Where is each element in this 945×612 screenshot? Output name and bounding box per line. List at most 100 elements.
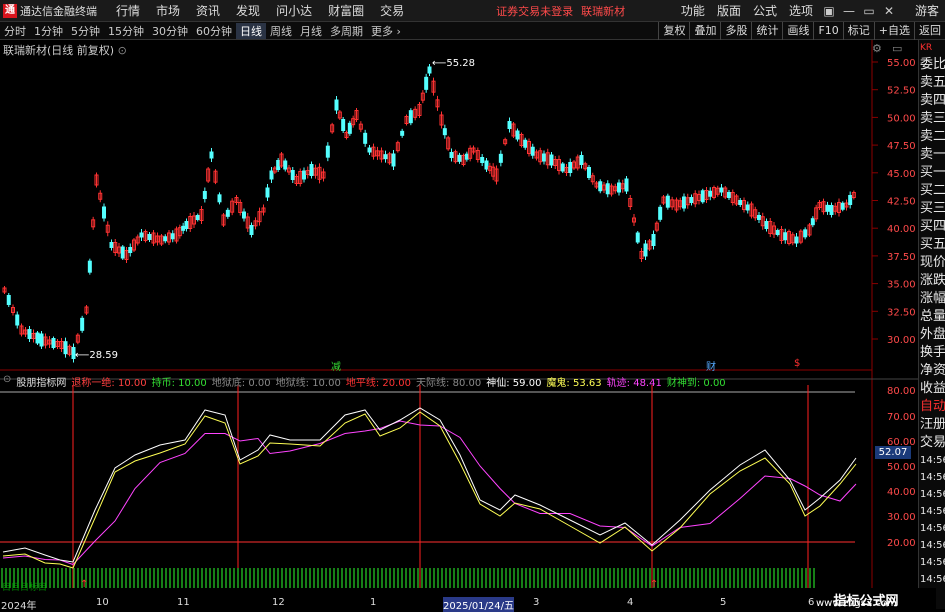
- candle-body: [457, 154, 462, 162]
- logo-icon: 通: [3, 3, 17, 18]
- low-price-value: 28.59: [89, 350, 118, 361]
- period-more[interactable]: 更多 ›: [367, 23, 405, 39]
- login-notice[interactable]: 证券交易未登录: [496, 3, 573, 19]
- indicator-item-label: 地狱线:: [275, 378, 309, 389]
- indicator-item-value: 59.00: [512, 378, 542, 389]
- f10-button[interactable]: F10: [813, 22, 842, 40]
- candle-body: [225, 209, 230, 217]
- menu-discover[interactable]: 发现: [228, 0, 268, 22]
- upper-gridlines: [0, 40, 873, 609]
- app-title: 通达信金融终端: [20, 4, 97, 18]
- candle-body: [249, 225, 254, 235]
- menu-options[interactable]: 选项: [783, 0, 819, 22]
- candle-body: [408, 110, 413, 124]
- indicator-item: 持币: 10.00: [152, 374, 207, 389]
- period-1min[interactable]: 1分钟: [30, 23, 67, 39]
- event-marker-dividend[interactable]: $: [794, 358, 800, 369]
- price-tick: 30.00: [887, 335, 916, 346]
- user-label[interactable]: 游客: [909, 0, 945, 22]
- back-button[interactable]: 返回: [914, 22, 945, 40]
- indicator-name[interactable]: 股朋指标网: [16, 374, 66, 389]
- period-monthly[interactable]: 月线: [296, 23, 326, 39]
- indicator-tick: 40.00: [887, 487, 916, 498]
- draw-button[interactable]: 画线: [782, 22, 813, 40]
- candle-body: [80, 317, 85, 331]
- candle-body: [181, 225, 186, 231]
- candle-body: [829, 205, 834, 215]
- period-15min[interactable]: 15分钟: [104, 23, 148, 39]
- indicator-bottom-text: 目目目标目: [2, 583, 48, 593]
- panel-header: KR: [920, 43, 933, 53]
- period-weekly[interactable]: 周线: [266, 23, 296, 39]
- chevron-right-icon: ›: [396, 24, 401, 38]
- candle-body: [803, 229, 808, 238]
- period-multi[interactable]: 多周期: [326, 23, 367, 39]
- candle-body: [442, 128, 447, 136]
- period-30min[interactable]: 30分钟: [148, 23, 192, 39]
- menu-function[interactable]: 功能: [675, 0, 711, 22]
- candle-body: [643, 243, 648, 257]
- panel-item: 汪册: [920, 417, 945, 432]
- candle-body: [63, 341, 68, 355]
- candle-body: [128, 247, 133, 253]
- menu-market[interactable]: 市场: [148, 0, 188, 22]
- indicator-item-value: 10.00: [312, 378, 341, 389]
- menu-wealth-circle[interactable]: 财富圈: [320, 0, 372, 22]
- candle-body: [163, 236, 168, 242]
- period-60min[interactable]: 60分钟: [192, 23, 236, 39]
- period-daily[interactable]: 日线: [236, 22, 266, 39]
- candle-body: [400, 130, 405, 136]
- candle-body: [139, 232, 144, 238]
- skin-icon[interactable]: ▣: [819, 4, 839, 18]
- time-axis-label: 2025/01/24/五: [443, 597, 515, 612]
- period-toolbar: 分时 1分钟 5分钟 15分钟 30分钟 60分钟 日线 周线 月线 多周期 更…: [0, 22, 945, 40]
- app-logo: 通 通达信金融终端: [0, 3, 108, 19]
- multi-stock-button[interactable]: 多股: [720, 22, 751, 40]
- event-marker-reduce[interactable]: 减: [331, 358, 341, 373]
- menu-news[interactable]: 资讯: [188, 0, 228, 22]
- low-price-label: ⟵28.59: [75, 350, 118, 361]
- menu-market-quotes[interactable]: 行情: [108, 0, 148, 22]
- high-price-value: 55.28: [446, 58, 475, 69]
- panel-item: 自动: [920, 399, 945, 414]
- menu-ask[interactable]: 问小达: [268, 0, 320, 22]
- period-intraday[interactable]: 分时: [0, 23, 30, 39]
- candle-body: [391, 153, 396, 167]
- minimize-icon[interactable]: —: [839, 4, 859, 18]
- panel-item: 买五: [920, 237, 945, 252]
- indicator-item: 财神到: 0.00: [667, 374, 726, 389]
- panel-item: 换手: [920, 345, 945, 360]
- candle-body: [507, 121, 512, 129]
- add-watchlist-button[interactable]: +自选: [873, 22, 914, 40]
- panel-item: 14:56: [920, 472, 945, 483]
- close-icon[interactable]: ✕: [879, 4, 899, 18]
- statistics-button[interactable]: 统计: [751, 22, 782, 40]
- event-marker-finance[interactable]: 财: [706, 358, 716, 373]
- candle-body: [383, 154, 388, 160]
- candle-body: [523, 139, 528, 148]
- panel-item: 现价: [920, 255, 945, 270]
- price-tick: 42.50: [887, 197, 916, 208]
- period-5min[interactable]: 5分钟: [67, 23, 104, 39]
- candle-body: [302, 170, 306, 180]
- adjust-button[interactable]: 复权: [658, 22, 689, 40]
- candle-body: [515, 130, 520, 140]
- maximize-icon[interactable]: ▭: [859, 4, 879, 18]
- mark-button[interactable]: 标记: [842, 22, 874, 40]
- candle-body: [605, 183, 610, 195]
- menu-layout[interactable]: 版面: [711, 0, 747, 22]
- menu-trade[interactable]: 交易: [372, 0, 412, 22]
- indicator-tick: 30.00: [887, 512, 916, 523]
- candles: [2, 64, 856, 363]
- menu-formula[interactable]: 公式: [747, 0, 783, 22]
- candle-body: [598, 181, 603, 192]
- candle-body: [217, 194, 222, 203]
- indicator-settings-icon[interactable]: ⊙: [3, 374, 11, 389]
- indicator-tick: 70.00: [887, 412, 916, 423]
- time-axis-label: 10: [96, 597, 109, 608]
- arrow-up-icon: ↑: [650, 579, 658, 590]
- indicator-item-value: 80.00: [452, 378, 482, 389]
- overlay-button[interactable]: 叠加: [689, 22, 720, 40]
- time-axis-label: 5: [720, 597, 727, 608]
- panel-item: 卖二: [920, 129, 945, 144]
